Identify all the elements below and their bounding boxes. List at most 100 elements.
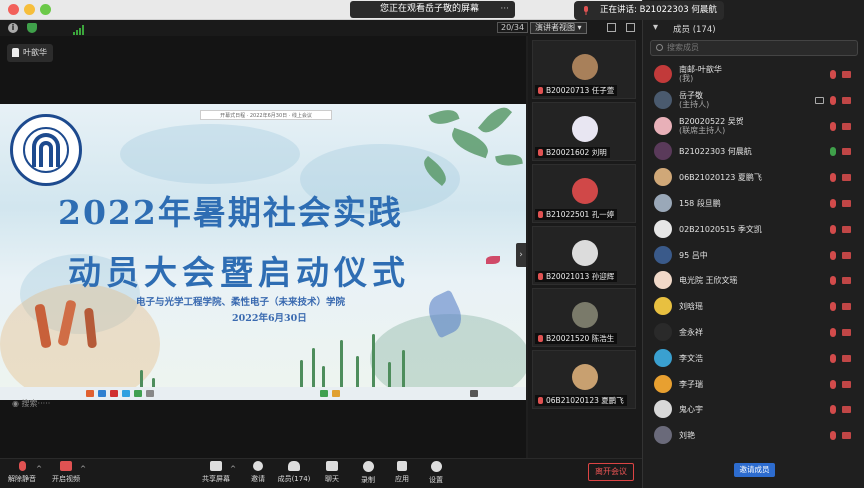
invite-icon: [253, 461, 263, 471]
share-screen-button[interactable]: 共享屏幕 ^: [196, 461, 236, 487]
more-options-icon[interactable]: ···: [500, 1, 509, 18]
security-shield-icon[interactable]: [27, 23, 37, 33]
thumbnail-name: 06B21020123 夏鹏飞: [546, 396, 624, 405]
video-off-icon[interactable]: [842, 277, 851, 285]
mic-muted-icon[interactable]: [830, 70, 836, 79]
participant-name-text: 岳子敬: [679, 90, 703, 100]
leave-meeting-button[interactable]: 离开会议: [588, 463, 634, 481]
video-off-icon[interactable]: [842, 174, 851, 182]
app-icon: [86, 390, 94, 397]
participant-row[interactable]: 金永祥: [643, 320, 864, 345]
participant-row[interactable]: 06B21020123 夏鹏飞: [643, 165, 864, 190]
avatar: [654, 142, 672, 161]
mic-muted-icon[interactable]: [830, 328, 836, 337]
chevron-up-icon[interactable]: ^: [80, 465, 86, 473]
participant-name-text: B20020522 吴贺: [679, 116, 744, 126]
video-thumbnail[interactable]: 06B21020123 夏鹏飞: [532, 350, 636, 409]
apps-icon: [397, 461, 407, 471]
video-off-icon[interactable]: [842, 148, 851, 156]
participant-row[interactable]: 岳子敬 (主持人): [643, 88, 864, 113]
viewing-screen-text: 您正在观看岳子敬的屏幕: [380, 4, 480, 14]
mic-muted-icon[interactable]: [830, 121, 836, 131]
mic-muted-icon[interactable]: [830, 379, 836, 389]
pinned-label[interactable]: 叶歆华: [7, 44, 53, 62]
fullscreen-window-button[interactable]: [40, 4, 51, 15]
participant-row[interactable]: 刘晗瑶: [643, 294, 864, 319]
participant-row[interactable]: 刘艳: [643, 423, 864, 448]
mic-muted-icon[interactable]: [830, 199, 836, 208]
expand-thumbnails-button[interactable]: ›: [516, 243, 526, 267]
members-button[interactable]: 成员(174): [274, 461, 314, 487]
video-off-icon[interactable]: [842, 122, 851, 130]
video-thumbnail[interactable]: B20021013 孙迎辉: [532, 226, 636, 285]
meeting-info-icon[interactable]: i: [8, 23, 18, 33]
invite-button[interactable]: 邀请成员: [734, 463, 775, 477]
mic-muted-icon[interactable]: [830, 405, 836, 415]
video-off-icon[interactable]: [842, 225, 851, 233]
gallery-view-icon[interactable]: [607, 23, 616, 32]
member-search-input[interactable]: 搜索成员: [650, 40, 858, 56]
participant-row[interactable]: 李子瑞: [643, 372, 864, 397]
mic-muted-icon[interactable]: [830, 302, 836, 312]
avatar: [654, 374, 672, 393]
participant-row[interactable]: 鬼心宇: [643, 397, 864, 422]
participant-name: 李子瑞: [679, 380, 703, 389]
mic-muted-icon[interactable]: [830, 353, 836, 363]
mic-muted-icon: [538, 397, 543, 404]
collapse-panel-icon[interactable]: ▾: [653, 22, 658, 33]
view-mode-select[interactable]: 演讲者视图 ▾: [530, 22, 587, 34]
video-thumbnail[interactable]: B20020713 任子萱: [532, 40, 636, 99]
mic-muted-icon[interactable]: [830, 276, 836, 286]
mic-muted-icon: [538, 211, 543, 218]
university-logo: [10, 114, 82, 186]
minimize-window-button[interactable]: [24, 4, 35, 15]
participant-name: 06B21020123 夏鹏飞: [679, 173, 762, 182]
close-window-button[interactable]: [8, 4, 19, 15]
mic-active-icon[interactable]: [830, 147, 836, 157]
participant-row[interactable]: B20020522 吴贺 (联席主持人): [643, 114, 864, 139]
invite-toolbar-button[interactable]: 邀请: [238, 461, 278, 487]
thumbnail-name: B20021520 陈浩生: [546, 334, 615, 343]
participant-row[interactable]: 南邮-叶歆华 (我): [643, 62, 864, 87]
chevron-up-icon[interactable]: ^: [230, 465, 236, 473]
chevron-up-icon[interactable]: ^: [36, 465, 42, 473]
video-off-icon[interactable]: [842, 406, 851, 414]
video-thumbnail[interactable]: B20021520 陈浩生: [532, 288, 636, 347]
chat-button[interactable]: 聊天: [312, 461, 352, 487]
zoom-level[interactable]: 20/34: [497, 22, 529, 33]
video-off-icon[interactable]: [842, 354, 851, 362]
participant-role: (联席主持人): [679, 125, 726, 135]
fullscreen-icon[interactable]: [626, 23, 635, 32]
mic-muted-icon[interactable]: [830, 95, 836, 105]
participant-row[interactable]: B21022303 何晨航: [643, 139, 864, 164]
unmute-button[interactable]: 解除静音 ^: [2, 461, 42, 487]
video-off-icon[interactable]: [842, 200, 851, 207]
participant-row[interactable]: 02B21020515 季文凯: [643, 217, 864, 242]
participant-row[interactable]: 李文浩: [643, 346, 864, 371]
video-off-icon[interactable]: [842, 303, 851, 311]
mic-muted-icon[interactable]: [830, 250, 836, 260]
video-off-icon[interactable]: [842, 96, 851, 104]
slide-title-line2: 动员大会暨启动仪式: [68, 253, 410, 292]
participant-row[interactable]: 95 吕中: [643, 243, 864, 268]
video-off-icon[interactable]: [842, 432, 851, 440]
mic-muted-icon[interactable]: [830, 224, 836, 234]
avatar: [654, 297, 672, 316]
participant-name-text: 02B21020515 季文凯: [679, 224, 762, 234]
video-off-icon[interactable]: [842, 251, 851, 259]
video-off-icon[interactable]: [842, 329, 851, 336]
participant-name: B21022303 何晨航: [679, 147, 752, 156]
start-video-button[interactable]: 开启视频 ^: [46, 461, 86, 487]
video-thumbnail[interactable]: B20021602 刘明: [532, 102, 636, 161]
app-icon: [98, 390, 106, 397]
participant-row[interactable]: 158 段旦鹏: [643, 191, 864, 216]
app-icon: [122, 390, 130, 397]
video-off-icon[interactable]: [842, 71, 851, 78]
video-thumbnail[interactable]: B21022501 孔一婷: [532, 164, 636, 223]
network-signal-icon[interactable]: [73, 25, 85, 35]
participant-row[interactable]: 电光院 王欣文瑶: [643, 268, 864, 293]
settings-button[interactable]: 设置: [416, 461, 456, 487]
mic-muted-icon[interactable]: [830, 431, 836, 441]
mic-muted-icon[interactable]: [830, 173, 836, 183]
video-off-icon[interactable]: [842, 380, 851, 388]
